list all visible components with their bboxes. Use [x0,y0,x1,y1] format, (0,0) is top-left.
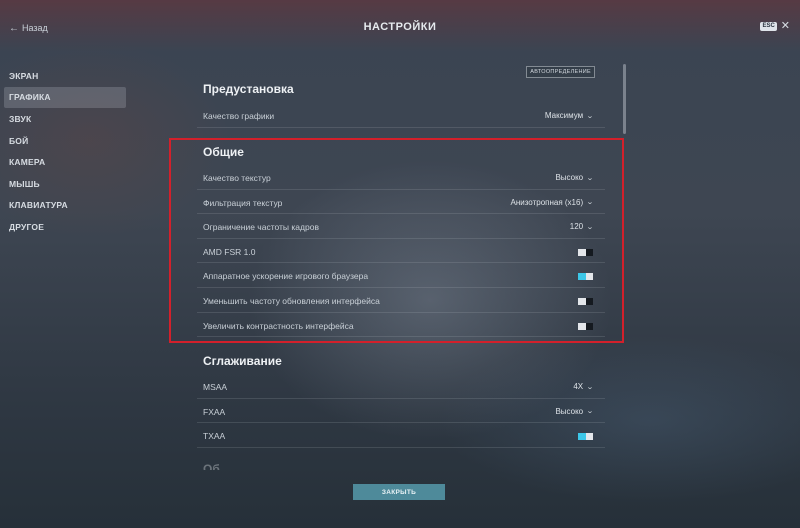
sidebar-item-mouse[interactable]: МЫШЬ [4,173,126,195]
dropdown-graphics-quality[interactable]: Максимум ⌄ [544,111,594,120]
esc-close-button[interactable]: ESC ✕ [760,20,790,32]
sidebar-item-sound[interactable]: ЗВУК [4,108,126,130]
settings-scrollbar[interactable] [623,64,626,134]
section-title-antialiasing: Сглаживание [203,354,282,368]
chevron-down-icon: ⌄ [586,383,594,391]
sidebar-item-label: КЛАВИАТУРА [9,200,68,211]
sidebar-item-battle[interactable]: БОЙ [4,130,126,152]
chevron-down-icon: ⌄ [586,408,594,416]
next-section-title-partial: Об [203,462,220,470]
chevron-down-icon: ⌄ [586,112,594,120]
setting-label: FXAA [203,406,226,417]
setting-row-fxaa[interactable]: FXAA Высоко ⌄ [197,399,605,424]
highlight-annotation-frame [169,138,624,343]
close-button[interactable]: ЗАКРЫТЬ [353,484,445,500]
dropdown-value: Максимум [544,111,584,120]
sidebar-item-label: ДРУГОЕ [9,221,45,232]
setting-label: Качество графики [203,111,275,121]
sidebar-item-label: КАМЕРА [9,157,46,168]
setting-label: MSAA [203,382,228,392]
setting-row-graphics-quality[interactable]: Качество графики Максимум ⌄ [197,103,605,128]
sidebar-item-label: МЫШЬ [9,178,40,189]
auto-detect-button[interactable]: АВТООПРЕДЕЛЕНИЕ [526,66,595,78]
dropdown-fxaa[interactable]: Высоко ⌄ [555,407,593,416]
sidebar-item-camera[interactable]: КАМЕРА [4,151,126,173]
sidebar-item-keyboard[interactable]: КЛАВИАТУРА [4,195,126,217]
sidebar-item-screen[interactable]: ЭКРАН [4,65,126,87]
dropdown-value: Высоко [555,406,584,416]
top-bar: ← Назад НАСТРОЙКИ ESC ✕ [0,0,800,52]
sidebar-item-other[interactable]: ДРУГОЕ [4,216,126,238]
esc-key-badge: ESC [760,21,777,31]
page-title: НАСТРОЙКИ [363,21,437,33]
dropdown-msaa[interactable]: 4X ⌄ [573,382,594,391]
sidebar-item-label: ЭКРАН [9,70,39,81]
toggle-txaa[interactable] [578,433,593,441]
setting-label: TXAA [203,431,226,442]
settings-sidebar: ЭКРАН ГРАФИКА ЗВУК БОЙ КАМЕРА МЫШЬ КЛАВИ… [4,65,126,238]
dropdown-value: 4X [573,382,584,391]
setting-row-txaa[interactable]: TXAA [197,423,605,448]
sidebar-item-graphics[interactable]: ГРАФИКА [4,86,126,109]
sidebar-item-label: ЗВУК [9,113,32,124]
close-icon: ✕ [780,20,790,32]
sidebar-item-label: ГРАФИКА [9,92,51,103]
sidebar-item-label: БОЙ [9,135,29,146]
setting-row-msaa[interactable]: MSAA 4X ⌄ [197,374,605,399]
section-title-preset: Предустановка [203,82,294,96]
